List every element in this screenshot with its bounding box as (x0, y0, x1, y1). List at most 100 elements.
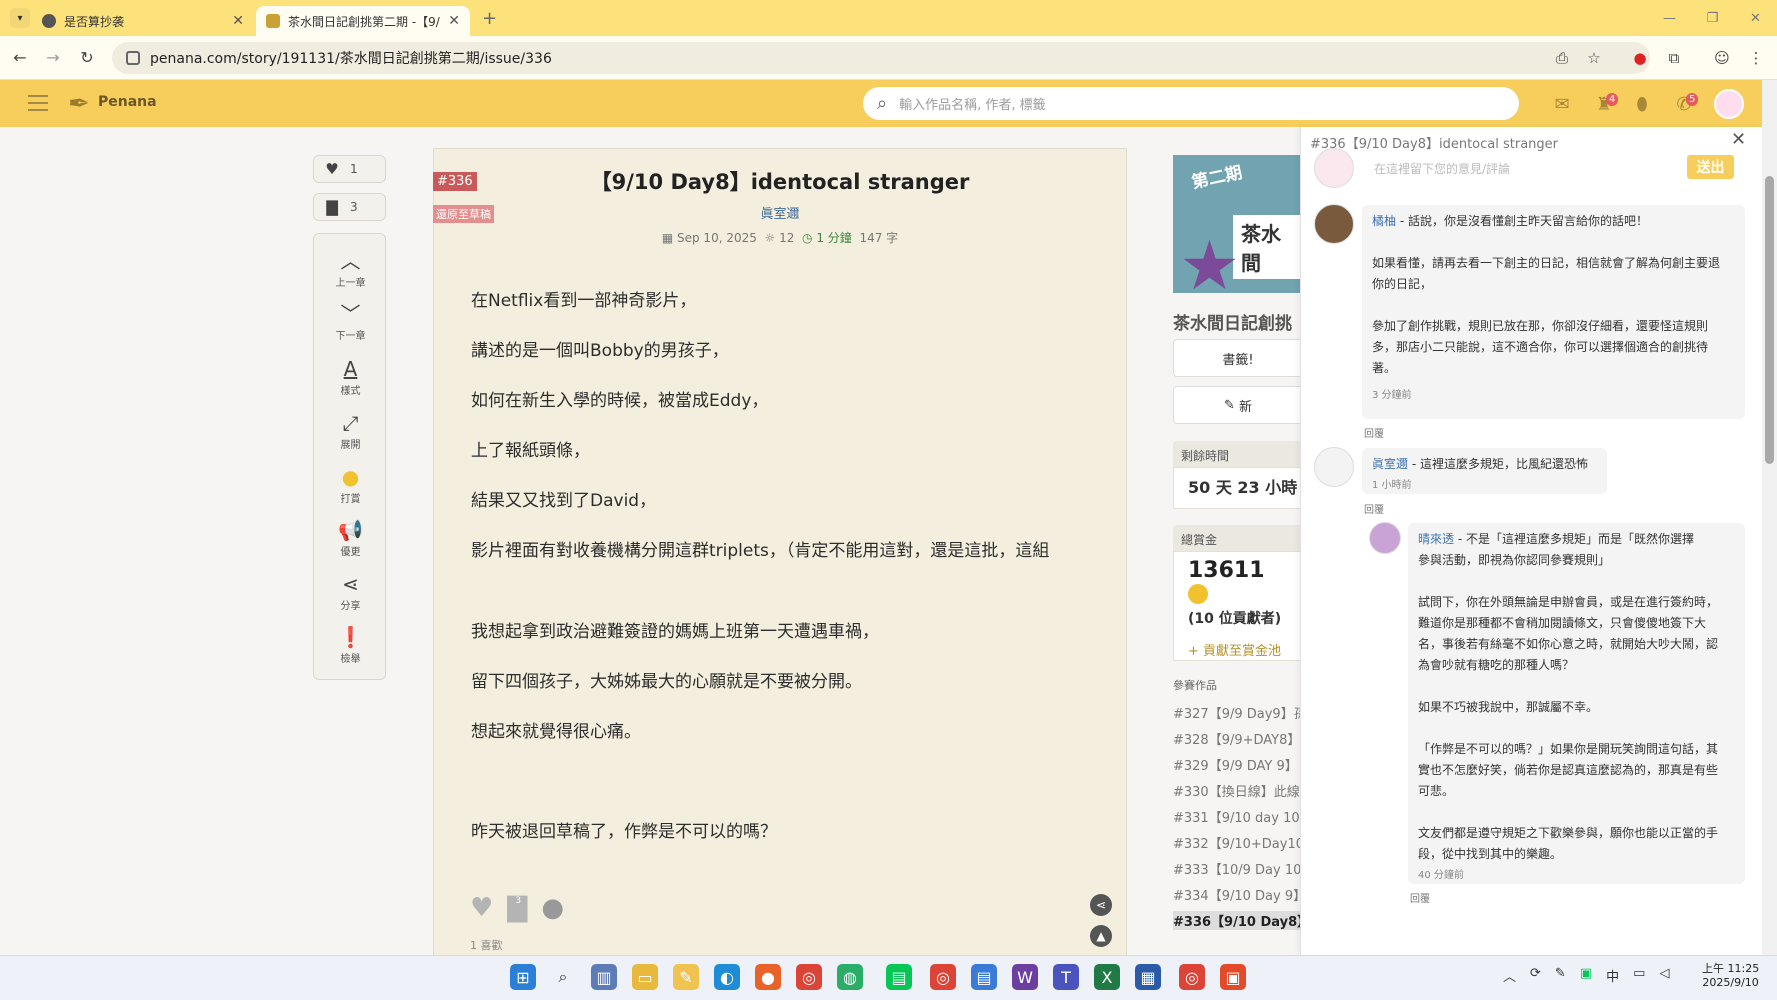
avatar[interactable] (1369, 522, 1401, 554)
app-icon[interactable]: ▣ (1220, 964, 1246, 990)
share-round-icon[interactable]: ⋖ (1090, 894, 1112, 916)
send-comment-button[interactable]: 送出 (1687, 155, 1734, 179)
entry-link[interactable]: #328【9/9+DAY8】 (1173, 729, 1303, 748)
comment-author[interactable]: 晴來透 (1418, 532, 1454, 546)
pen-icon[interactable]: ✎ (1555, 966, 1566, 985)
chrome-icon[interactable]: ◎ (796, 964, 822, 990)
add-prize-link[interactable]: + 貢獻至賞金池 (1188, 640, 1288, 659)
chrome-icon[interactable]: ◎ (1179, 964, 1205, 990)
back-icon[interactable]: ← (6, 48, 34, 68)
browser-tab[interactable]: 是否算抄袭 ✕ (32, 6, 254, 36)
close-tab-icon[interactable]: ✕ (448, 13, 460, 29)
prev-chapter-button[interactable]: ︿ 上一章 (314, 248, 387, 289)
comment-author[interactable]: 眞室邇 (1372, 457, 1408, 471)
extensions-icon[interactable]: ⧉ (1663, 48, 1685, 68)
edge-icon[interactable]: ◐ (714, 964, 740, 990)
sync-icon[interactable]: ⟳ (1530, 966, 1541, 985)
chrome-icon[interactable]: ◎ (930, 964, 956, 990)
entry-link[interactable]: #334【9/10 Day 9】 (1173, 885, 1303, 904)
comment-bubble-icon[interactable]: ▇ 3 (507, 893, 527, 923)
tab-search-icon[interactable]: ▾ (10, 8, 30, 28)
taskbar-clock[interactable]: 上午 11:25 2025/9/10 (1702, 962, 1759, 990)
tip-coin-icon[interactable]: ● (541, 893, 564, 923)
line-tray-icon[interactable]: ▣ (1580, 966, 1592, 985)
reply-link[interactable]: 回覆 (1410, 890, 1430, 905)
word-icon[interactable]: W (1012, 964, 1038, 990)
reply-link[interactable]: 回覆 (1364, 501, 1384, 516)
entry-link[interactable]: #332【9/10+Day10】 (1173, 833, 1303, 852)
excel-icon[interactable]: X (1094, 964, 1120, 990)
scroll-top-icon[interactable]: ▲ (1090, 925, 1112, 947)
app-icon[interactable]: ▥ (591, 964, 617, 990)
site-search-input[interactable]: ⌕ 輸入作品名稱, 作者, 標籤 (863, 87, 1519, 120)
entry-link[interactable]: #333【10/9 Day 10】 (1173, 859, 1303, 878)
style-button[interactable]: A 樣式 (314, 356, 387, 397)
close-panel-icon[interactable]: ✕ (1731, 129, 1746, 150)
tip-button[interactable]: ● 打賞 (314, 464, 387, 505)
entry-link[interactable]: #327【9/9 Day9】孫 (1173, 703, 1303, 722)
article-author[interactable]: 眞室邇 (433, 203, 1127, 222)
browser-tab-active[interactable]: 茶水間日記創挑第二期 -【9/10 ✕ (256, 6, 470, 36)
report-button[interactable]: ❗ 檢舉 (314, 624, 387, 665)
entry-link-current[interactable]: #336【9/10 Day8】 (1173, 911, 1303, 930)
expand-button[interactable]: ⤢ 展開 (314, 410, 387, 451)
search-icon[interactable]: ⌕ (550, 964, 576, 990)
chevron-up-icon[interactable]: ︿ (1503, 966, 1516, 985)
close-window-icon[interactable]: ✕ (1734, 0, 1777, 36)
like-counter[interactable]: ♥ 1 (313, 155, 386, 183)
comment-input[interactable]: 在這裡留下您的意見/評論 (1359, 153, 1742, 183)
share-button[interactable]: ⋖ 分享 (314, 571, 387, 612)
file-explorer-icon[interactable]: ▭ (632, 964, 658, 990)
text-style-icon: A (343, 357, 358, 381)
forward-icon[interactable]: → (39, 48, 67, 68)
entry-link[interactable]: #331【9/10 day 10】 (1173, 807, 1303, 826)
teams-icon[interactable]: T (1053, 964, 1079, 990)
scrollbar-thumb[interactable] (1765, 176, 1774, 464)
comment-time: 3 分鐘前 (1372, 390, 1412, 401)
promote-button[interactable]: 📢 優更 (314, 517, 387, 558)
address-bar[interactable]: penana.com/story/191131/茶水間日記創挑第二期/issue… (112, 42, 1650, 74)
site-brand[interactable]: Penana (98, 94, 157, 110)
reload-icon[interactable]: ↻ (73, 48, 101, 68)
browser-menu-icon[interactable]: ⋮ (1745, 48, 1767, 68)
avatar[interactable] (1314, 204, 1354, 244)
windows-start-icon[interactable]: ⊞ (510, 964, 536, 990)
comment-author[interactable]: 橘柚 (1372, 214, 1396, 228)
like-heart-icon[interactable]: ♥ (470, 893, 493, 923)
coin-icon: ● (341, 465, 360, 489)
mail-icon[interactable]: ✉ (1550, 92, 1574, 116)
new-tab-icon[interactable]: + (482, 8, 497, 29)
reply-link[interactable]: 回覆 (1364, 425, 1384, 440)
app-icon[interactable]: ✎ (673, 964, 699, 990)
new-entry-button[interactable]: ✎ 新 (1173, 386, 1303, 424)
avatar[interactable] (1314, 447, 1354, 487)
notepad-icon[interactable]: ▤ (971, 964, 997, 990)
restore-icon[interactable]: ❐ (1691, 0, 1734, 36)
coin-icon[interactable]: ⬮ (1630, 92, 1654, 116)
entry-link[interactable]: #330【換日線】此線 (1173, 781, 1303, 800)
bookmark-button[interactable]: 書籤! (1173, 339, 1303, 377)
minimize-icon[interactable]: — (1648, 0, 1691, 36)
remaining-time-label: 剩餘時間 (1173, 441, 1303, 467)
app-icon[interactable]: ▦ (1135, 964, 1161, 990)
entry-link[interactable]: #329【9/9 DAY 9】 (1173, 755, 1303, 774)
ime-indicator[interactable]: 中 (1606, 966, 1619, 985)
firefox-icon[interactable]: ● (755, 964, 781, 990)
comment-counter[interactable]: ▇ 3 (313, 193, 386, 221)
opera-extension-icon[interactable]: ● (1629, 48, 1651, 68)
event-banner[interactable]: 第二期 茶水間 ★ (1173, 155, 1303, 293)
volume-icon[interactable]: ◁ (1659, 966, 1669, 985)
line-icon[interactable]: ▤ (886, 964, 912, 990)
penana-logo-icon[interactable]: ✒ (68, 86, 96, 122)
network-icon[interactable]: ▭ (1633, 966, 1645, 985)
next-chapter-button[interactable]: ﹀ 下一章 (314, 301, 387, 342)
site-info-icon[interactable] (126, 51, 140, 65)
close-tab-icon[interactable]: ✕ (232, 13, 244, 29)
wechat-icon[interactable]: ◍ (837, 964, 863, 990)
install-app-icon[interactable]: ⎙ (1551, 48, 1573, 68)
hamburger-menu-icon[interactable] (28, 95, 48, 111)
user-avatar[interactable] (1714, 89, 1744, 119)
profile-icon[interactable]: ☺ (1711, 48, 1733, 68)
bookmark-star-icon[interactable]: ☆ (1583, 48, 1605, 68)
event-title[interactable]: 茶水間日記創挑 (1173, 309, 1292, 334)
